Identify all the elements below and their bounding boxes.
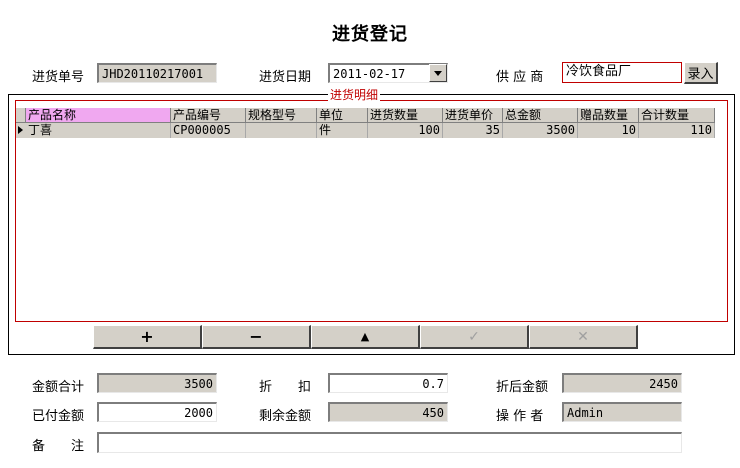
supplier-label: 供 应 商	[496, 70, 544, 85]
date-value: 2011-02-17	[333, 67, 406, 81]
cell-qty[interactable]: 100	[368, 123, 443, 138]
date-dropdown-button[interactable]	[429, 64, 447, 82]
cancel-edit-button[interactable]: ✕	[529, 325, 638, 349]
check-icon: ✓	[468, 328, 480, 345]
paid-label: 已付金额	[32, 409, 85, 424]
chevron-down-icon	[434, 70, 442, 76]
row-indicator	[16, 123, 26, 138]
supplier-field[interactable]: 冷饮食品厂	[562, 62, 682, 83]
remark-label: 备 注	[32, 439, 85, 454]
enter-button[interactable]: 录入	[684, 62, 718, 84]
cell-gift[interactable]: 10	[578, 123, 639, 138]
cell-code[interactable]: CP000005	[171, 123, 246, 138]
cell-spec[interactable]	[246, 123, 317, 138]
paid-field[interactable]: 2000	[97, 402, 217, 422]
after-discount-label: 折后金额	[496, 380, 549, 395]
column-header-spec[interactable]: 规格型号	[246, 108, 317, 123]
date-label: 进货日期	[259, 70, 312, 85]
current-row-arrow-icon	[18, 126, 23, 134]
column-header-total[interactable]: 总金额	[503, 108, 578, 123]
cell-price[interactable]: 35	[443, 123, 503, 138]
discount-field[interactable]: 0.7	[328, 373, 448, 393]
cell-unit[interactable]: 件	[317, 123, 368, 138]
add-row-button[interactable]: +	[93, 325, 202, 349]
plus-icon: +	[140, 327, 154, 346]
operator-label: 操 作 者	[496, 409, 544, 424]
column-header-code[interactable]: 产品编号	[171, 108, 246, 123]
amount-total-label: 金额合计	[32, 380, 85, 395]
close-icon: ✕	[577, 328, 589, 345]
column-header-gift[interactable]: 赠品数量	[578, 108, 639, 123]
delete-row-button[interactable]: −	[202, 325, 311, 349]
cell-sum-qty[interactable]: 110	[639, 123, 715, 138]
triangle-up-icon: ▲	[360, 330, 370, 343]
page-title: 进货登记	[332, 24, 408, 45]
column-header-price[interactable]: 进货单价	[443, 108, 503, 123]
confirm-button[interactable]: ✓	[420, 325, 529, 349]
move-up-button[interactable]: ▲	[311, 325, 420, 349]
row-indicator-header	[16, 108, 26, 123]
discount-label: 折 扣	[259, 380, 312, 395]
column-header-unit[interactable]: 单位	[317, 108, 368, 123]
detail-group-title: 进货明细	[328, 86, 381, 103]
remaining-label: 剩余金额	[259, 409, 312, 424]
column-header-name[interactable]: 产品名称	[26, 108, 171, 123]
remaining-field[interactable]: 450	[328, 402, 448, 422]
cell-name[interactable]: 丁喜	[26, 123, 171, 138]
column-header-qty[interactable]: 进货数量	[368, 108, 443, 123]
after-discount-field[interactable]: 2450	[562, 373, 682, 393]
order-no-label: 进货单号	[32, 70, 85, 85]
order-no-field[interactable]: JHD20110217001	[97, 63, 217, 83]
amount-total-field[interactable]: 3500	[97, 373, 217, 393]
column-header-sum-qty[interactable]: 合计数量	[639, 108, 715, 123]
minus-icon: −	[249, 327, 263, 346]
remark-field[interactable]	[97, 432, 682, 453]
cell-total[interactable]: 3500	[503, 123, 578, 138]
operator-field[interactable]: Admin	[562, 402, 682, 422]
